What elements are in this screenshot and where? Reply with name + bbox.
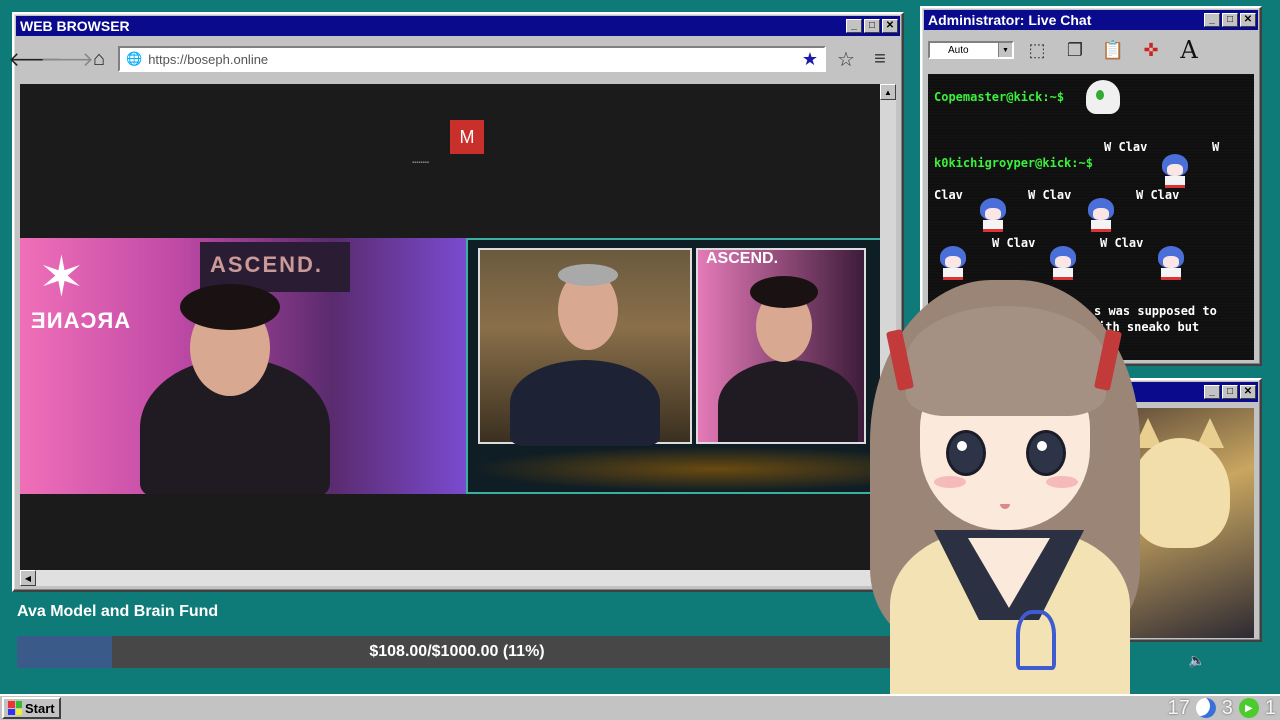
horizontal-scrollbar[interactable]: ◀ [20, 570, 882, 586]
fullscreen-icon[interactable]: ✜ [1136, 36, 1166, 64]
fund-progress-text: $108.00/$1000.00 (11%) [369, 643, 545, 660]
tile-banner: ASCEND. [706, 250, 779, 267]
address-bar[interactable]: 🌐 https://boseph.online ★ [118, 46, 826, 72]
paste-icon[interactable]: 📋 [1098, 36, 1128, 64]
web-browser-window: WEB BROWSER _ □ ✕ 🡐 🡒 ⌂ 🌐 https://boseph… [8, 12, 904, 592]
konata-emote-icon [938, 246, 968, 280]
close-button[interactable]: ✕ [1240, 13, 1256, 27]
font-icon[interactable]: A [1174, 36, 1204, 64]
chat-message: W Clav [1136, 188, 1180, 202]
video-feed-left: ✶ ARCANE ASCEND. [20, 238, 466, 494]
play-icon: ▶ [1238, 698, 1259, 718]
guest-body [510, 360, 660, 446]
host-video-tile: ASCEND. [696, 248, 866, 444]
tray-count: 3 [1221, 696, 1233, 719]
minimize-button[interactable]: _ [1204, 385, 1220, 399]
tray-count: 1 [1264, 696, 1276, 719]
minimize-button[interactable]: _ [1204, 13, 1220, 27]
konata-emote-icon [1160, 154, 1190, 188]
guest-hair [558, 264, 618, 286]
chat-titlebar[interactable]: Administrator: Live Chat _ □ ✕ [924, 10, 1258, 30]
fund-progress-bar: $108.00/$1000.00 (11%) [17, 636, 897, 668]
feed-logo: ARCANE [30, 308, 131, 333]
host-hair [750, 276, 818, 308]
person-hair [180, 284, 280, 330]
scroll-left-icon[interactable]: ◀ [20, 570, 36, 586]
forward-arrow-icon[interactable]: 🡒 [40, 46, 94, 72]
konata-emote-icon [1086, 198, 1116, 232]
maximize-button[interactable]: □ [1222, 385, 1238, 399]
windows-logo-icon [8, 701, 22, 715]
konata-emote-icon [1048, 246, 1078, 280]
copy-icon[interactable]: ❐ [1060, 36, 1090, 64]
fund-title: Ava Model and Brain Fund [17, 603, 219, 620]
avatar-caption: ▪▪▪▪▪▪▪▪ [412, 160, 430, 166]
start-button[interactable]: Start [2, 697, 61, 719]
browser-title: WEB BROWSER [20, 18, 130, 34]
chat-message: W Clav [1104, 140, 1148, 154]
close-button[interactable]: ✕ [882, 19, 898, 33]
chat-message: W Clav [1100, 236, 1144, 250]
chat-title: Administrator: Live Chat [928, 12, 1092, 28]
chat-message: Clav [934, 188, 963, 202]
font-size-select[interactable]: Auto ▼ [928, 41, 1014, 59]
url-text[interactable]: https://boseph.online [148, 52, 796, 67]
hamburger-menu-icon[interactable]: ≡ [866, 46, 894, 72]
chat-message: W Clav [992, 236, 1036, 250]
scroll-up-icon[interactable]: ▲ [880, 84, 896, 100]
volume-icon[interactable]: 🔈 [1188, 652, 1205, 669]
guest-video-tile [478, 248, 692, 446]
start-label: Start [25, 700, 55, 716]
select-marquee-icon[interactable]: ⬚ [1022, 36, 1052, 64]
browser-viewport: M ▪▪▪▪▪▪▪▪ ✶ ARCANE ASCEND. ASCEND. [20, 84, 882, 570]
chat-prompt: Copemaster@kick:~$ [934, 90, 1065, 104]
system-tray: 17 3 ▶ 1 [1168, 696, 1277, 720]
chat-message: W Clav [1028, 188, 1072, 202]
star-outline-icon[interactable]: ☆ [832, 46, 860, 72]
browser-titlebar[interactable]: WEB BROWSER _ □ ✕ [16, 16, 900, 36]
taskbar: Start 17 3 ▶ 1 [0, 694, 1280, 720]
tray-count: 17 [1167, 696, 1190, 719]
chevron-down-icon[interactable]: ▼ [998, 43, 1012, 57]
konata-emote-icon [1156, 246, 1186, 280]
star-filled-icon[interactable]: ★ [802, 49, 818, 70]
vtuber-avatar [850, 280, 1160, 720]
home-icon[interactable]: ⌂ [86, 46, 112, 72]
star-logo-icon: ✶ [38, 245, 85, 308]
ribbon-bow [1016, 610, 1056, 670]
maximize-button[interactable]: □ [1222, 13, 1238, 27]
host-body [718, 360, 858, 442]
close-button[interactable]: ✕ [1240, 385, 1256, 399]
maximize-button[interactable]: □ [864, 19, 880, 33]
ghost-emote-icon [1086, 80, 1120, 114]
background-sparks [468, 446, 880, 492]
browser-toolbar: 🡐 🡒 ⌂ 🌐 https://boseph.online ★ ☆ ≡ [8, 42, 898, 76]
video-feed-right: ASCEND. [466, 238, 882, 494]
chat-toolbar: Auto ▼ ⬚ ❐ 📋 ✜ A [926, 32, 1256, 68]
moon-icon [1195, 698, 1216, 718]
font-size-value: Auto [948, 44, 969, 56]
konata-emote-icon [978, 198, 1008, 232]
globe-icon: 🌐 [126, 51, 143, 66]
chat-message: W [1212, 140, 1220, 154]
stream-avatar: M [450, 120, 484, 154]
chat-prompt: k0kichigroyper@kick:~$ [934, 156, 1093, 170]
minimize-button[interactable]: _ [846, 19, 862, 33]
